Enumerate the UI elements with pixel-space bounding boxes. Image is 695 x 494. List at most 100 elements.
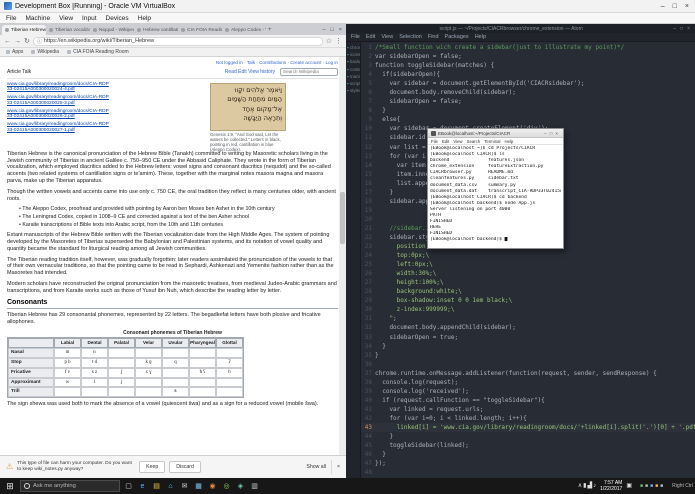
site-info-icon[interactable]: ⓘ — [37, 38, 42, 45]
close-icon[interactable]: × — [685, 3, 689, 10]
tree-item[interactable]: script.js — [346, 80, 360, 87]
url-input[interactable] — [44, 38, 319, 44]
editor-menu-item[interactable]: View — [381, 34, 393, 40]
action-center-icon[interactable]: ▣ — [626, 483, 632, 489]
keep-button[interactable]: Keep — [139, 461, 165, 473]
battery-icon[interactable]: ▮ — [583, 483, 586, 489]
edge-icon[interactable]: e — [136, 480, 149, 493]
download-bar-close-icon[interactable]: × — [337, 464, 340, 470]
terminal-menu-item[interactable]: Terminal — [484, 139, 500, 144]
chrome-icon[interactable]: ◎ — [220, 480, 233, 493]
file-explorer-icon[interactable]: ▤ — [150, 480, 163, 493]
back-icon[interactable]: ← — [4, 38, 11, 45]
line-number: 43 — [361, 423, 375, 432]
bookmark-item[interactable]: Wikipedia — [31, 49, 59, 55]
photos-icon[interactable]: ▦ — [192, 480, 205, 493]
tree-item[interactable]: content.js — [346, 66, 360, 73]
address-bar[interactable]: ⓘ — [33, 37, 323, 46]
mail-icon[interactable]: ✉ — [178, 480, 191, 493]
maximize-icon[interactable]: □ — [673, 3, 677, 10]
scrollbar-thumb[interactable] — [340, 192, 345, 244]
atom-icon[interactable]: ◈ — [234, 480, 247, 493]
wiki-namespace-tabs[interactable]: Article Talk — [7, 69, 31, 75]
browser-minimize-icon[interactable]: – — [322, 27, 325, 33]
cia-doc-link[interactable]: www.cia.gov/library/readingroom/docs/CIA… — [7, 82, 109, 94]
star-icon[interactable]: ☆ — [326, 38, 332, 45]
terminal-titlebar[interactable]: EBook@localhost:~/Projects/CIACR – □ × — [428, 129, 563, 138]
terminal-minimize-icon[interactable]: – — [544, 131, 547, 136]
terminal-window[interactable]: EBook@localhost:~/Projects/CIACR – □ × F… — [427, 128, 564, 249]
volume-icon[interactable]: ♪ — [593, 483, 596, 489]
vb-menu-item[interactable]: Machine — [25, 15, 50, 22]
discard-button[interactable]: Discard — [169, 461, 201, 473]
wiki-view-tabs[interactable]: Read Edit View history — [225, 69, 275, 75]
vb-menu-item[interactable]: View — [59, 15, 73, 22]
terminal-menu-item[interactable]: File — [431, 139, 438, 144]
cia-doc-link[interactable]: www.cia.gov/library/readingroom/docs/CIA… — [7, 95, 109, 107]
browser-tab[interactable]: Tiberian vocalization - Wi — [46, 25, 90, 35]
vb-menu-item[interactable]: File — [6, 15, 16, 22]
vb-display-icon: ■ — [660, 484, 663, 489]
browser-tab[interactable]: Tiberian Hebrew - Wikipedia — [2, 25, 46, 35]
editor-menu-item[interactable]: Selection — [399, 34, 422, 40]
reload-icon[interactable]: ↻ — [24, 38, 30, 45]
editor-close-icon[interactable]: × — [687, 26, 690, 32]
terminal-menu-item[interactable]: Edit — [442, 139, 449, 144]
taskbar-clock[interactable]: 7:57 AM 1/22/2017 — [600, 480, 622, 492]
tree-item[interactable]: icons — [346, 51, 360, 58]
wikipedia-search-input[interactable] — [280, 68, 338, 76]
cia-doc-link[interactable]: www.cia.gov/library/readingroom/docs/CIA… — [7, 109, 109, 121]
browser-menu-icon[interactable]: ⋮ — [335, 38, 342, 45]
terminal-menu-item[interactable]: View — [453, 139, 462, 144]
vb-usb-icon: ■ — [655, 484, 658, 489]
tray-chevron-icon[interactable]: ∧ — [578, 483, 582, 489]
browser-scrollbar[interactable] — [339, 57, 346, 455]
firefox-icon[interactable]: ◉ — [206, 480, 219, 493]
code-text: chrome.runtime.onMessage.addListener(fun… — [375, 369, 657, 378]
table-cell: t d — [81, 358, 108, 368]
bookmark-item[interactable]: Apps — [6, 49, 23, 55]
tree-item[interactable]: chrome_extension — [346, 44, 360, 51]
vb-menu-item[interactable]: Devices — [106, 15, 129, 22]
new-tab-button[interactable]: + — [268, 27, 276, 35]
show-all-button[interactable]: Show all — [306, 464, 326, 470]
editor-maximize-icon[interactable]: □ — [680, 26, 683, 32]
editor-menu-item[interactable]: Packages — [445, 34, 469, 40]
terminal-menu-item[interactable]: Search — [467, 139, 481, 144]
terminal-menu-item[interactable]: Help — [504, 139, 513, 144]
start-button[interactable]: ⊞ — [2, 479, 18, 493]
task-view-icon[interactable]: ▢ — [122, 480, 135, 493]
aleppo-codex-image[interactable]: וַיֹּאמֶר אֱלֹהִים יִקָּווּהַמַּיִם מִתַ… — [210, 83, 286, 131]
editor-menu-item[interactable]: Edit — [366, 34, 375, 40]
browser-tab[interactable]: Aleppo Codex - Wikipedi — [222, 25, 266, 35]
code-text: height:100%;\ — [375, 278, 444, 287]
forward-icon[interactable]: → — [14, 38, 21, 45]
store-icon[interactable]: ⌂ — [164, 480, 177, 493]
network-icon[interactable]: ▟ — [587, 483, 592, 489]
browser-tab[interactable]: CIA FOIA Reading Room — [178, 25, 222, 35]
vb-menu-item[interactable]: Help — [138, 15, 151, 22]
vb-menu-item[interactable]: Input — [82, 15, 96, 22]
browser-close-icon[interactable]: × — [339, 27, 342, 33]
terminal-close-icon[interactable]: × — [555, 131, 558, 136]
bookmark-item[interactable]: CIA FOIA Reading Room — [67, 49, 129, 55]
browser-tab[interactable]: Hebrew cantillation - Wik — [134, 25, 178, 35]
editor-menu-item[interactable]: Help — [475, 34, 486, 40]
code-editor[interactable]: 1 /*Small function wich create a sidebar… — [361, 42, 695, 478]
terminal-output[interactable]: [EBook@localhost ~]$ cd Projects/CIACR[E… — [428, 145, 563, 245]
taskbar-search[interactable]: Ask me anything — [20, 480, 120, 492]
table-cell — [135, 378, 162, 388]
editor-menu-item[interactable]: Find — [428, 34, 439, 40]
terminal-maximize-icon[interactable]: □ — [550, 131, 553, 136]
editor-minimize-icon[interactable]: – — [673, 26, 676, 32]
tree-item[interactable]: background.js — [346, 58, 360, 65]
minimize-icon[interactable]: – — [661, 3, 665, 10]
tree-item[interactable]: styles.css — [346, 87, 360, 94]
browser-tab[interactable]: Niqqud - Wikipedia — [90, 25, 134, 35]
terminal-icon[interactable]: ▥ — [248, 480, 261, 493]
tree-item[interactable]: manifest.json — [346, 73, 360, 80]
cia-doc-link[interactable]: www.cia.gov/library/readingroom/docs/CIA… — [7, 122, 109, 134]
wiki-personal-links[interactable]: Not logged in · Talk · Contributions · C… — [7, 60, 338, 66]
browser-maximize-icon[interactable]: □ — [330, 27, 333, 33]
editor-menu-item[interactable]: File — [351, 34, 360, 40]
